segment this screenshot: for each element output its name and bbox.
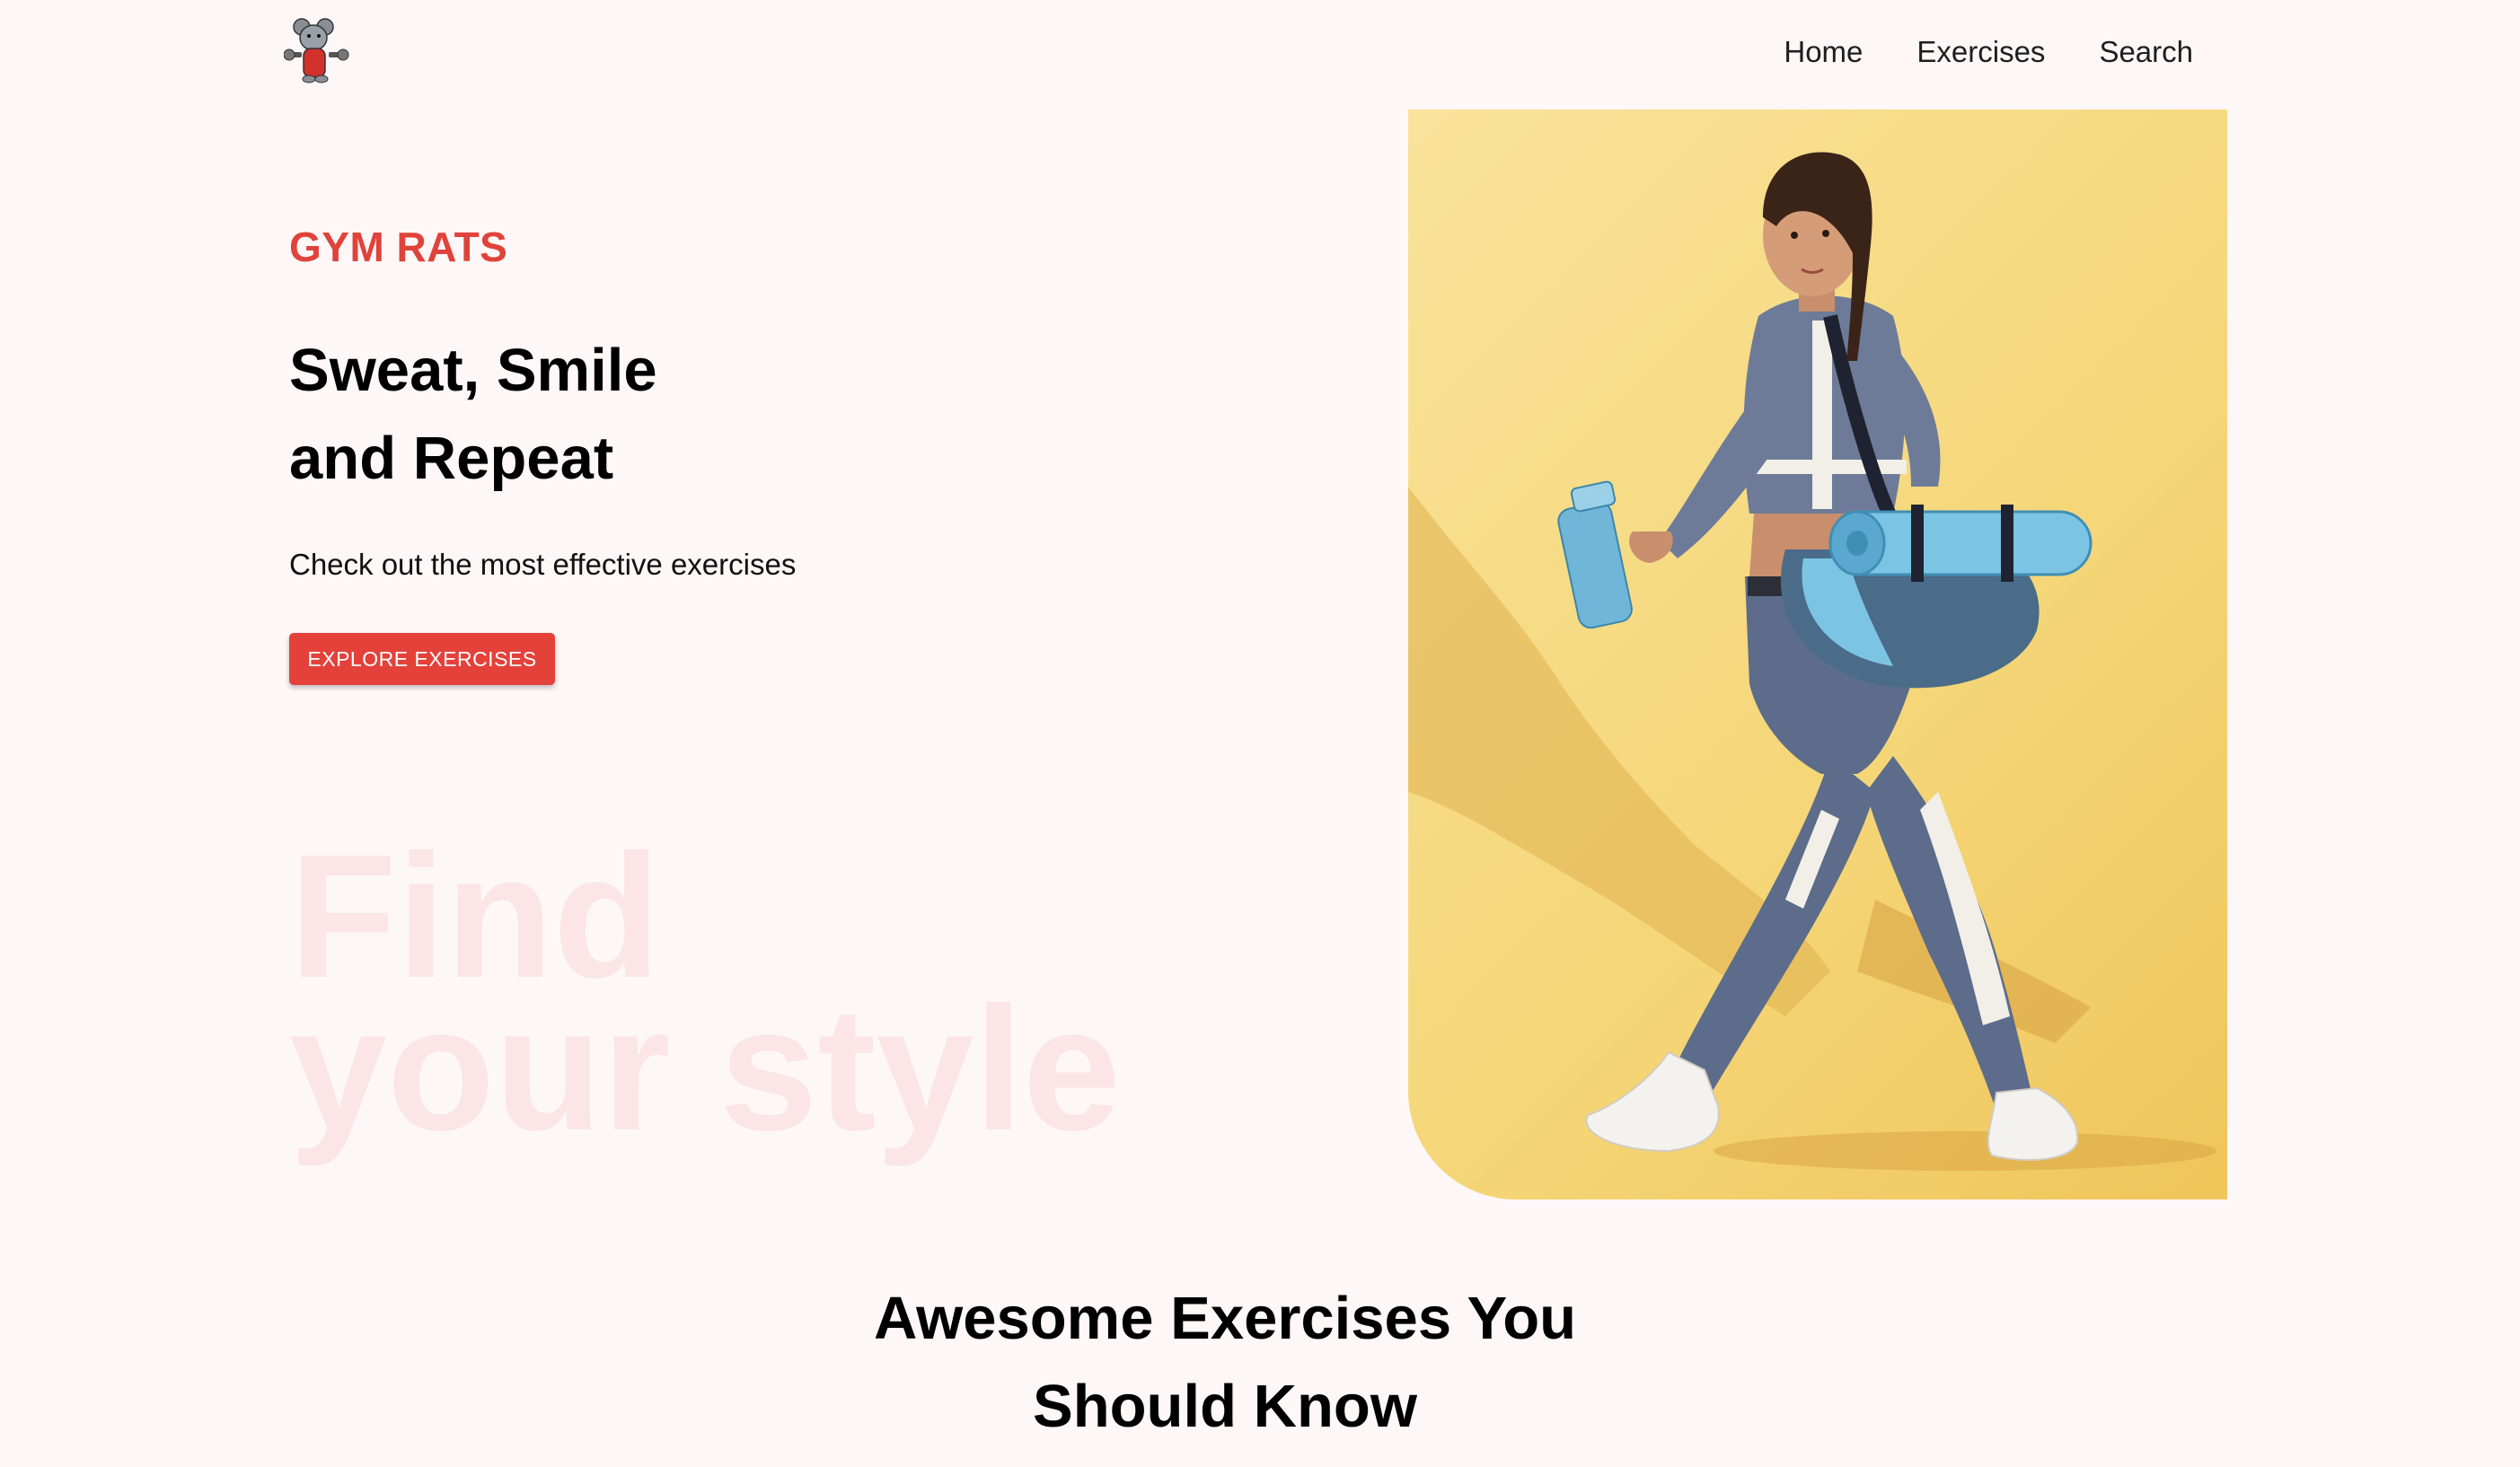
section-title-line2: Should Know (1033, 1373, 1417, 1440)
hero-headline-line1: Sweat, Smile (289, 337, 657, 404)
nav-link-exercises[interactable]: Exercises (1916, 32, 2045, 72)
hero-subtext: Check out the most effective exercises (289, 548, 797, 581)
hero-banner-image (1408, 110, 2227, 1199)
nav-link-search[interactable]: Search (2099, 32, 2193, 72)
brand-name: GYM RATS (289, 224, 508, 270)
exercises-section-title: Awesome Exercises You Should Know (0, 1275, 2450, 1451)
background-decorative-text: Find your style (289, 829, 1121, 1167)
background-text-line2: your style (289, 971, 1121, 1167)
navbar: Home Exercises Search (0, 0, 2520, 99)
hero-headline-line2: and Repeat (289, 425, 614, 492)
rat-with-dumbbell-logo-icon[interactable] (284, 16, 350, 84)
woman-walking-with-gym-bag-image (1408, 152, 2216, 1171)
hero-headline: Sweat, Smile and Repeat (289, 327, 657, 503)
nav-link-home[interactable]: Home (1784, 32, 1863, 72)
explore-exercises-button[interactable]: Explore Exercises (289, 633, 555, 685)
section-title-line1: Awesome Exercises You (873, 1285, 1577, 1352)
nav-links: Home Exercises Search (1784, 32, 2193, 72)
